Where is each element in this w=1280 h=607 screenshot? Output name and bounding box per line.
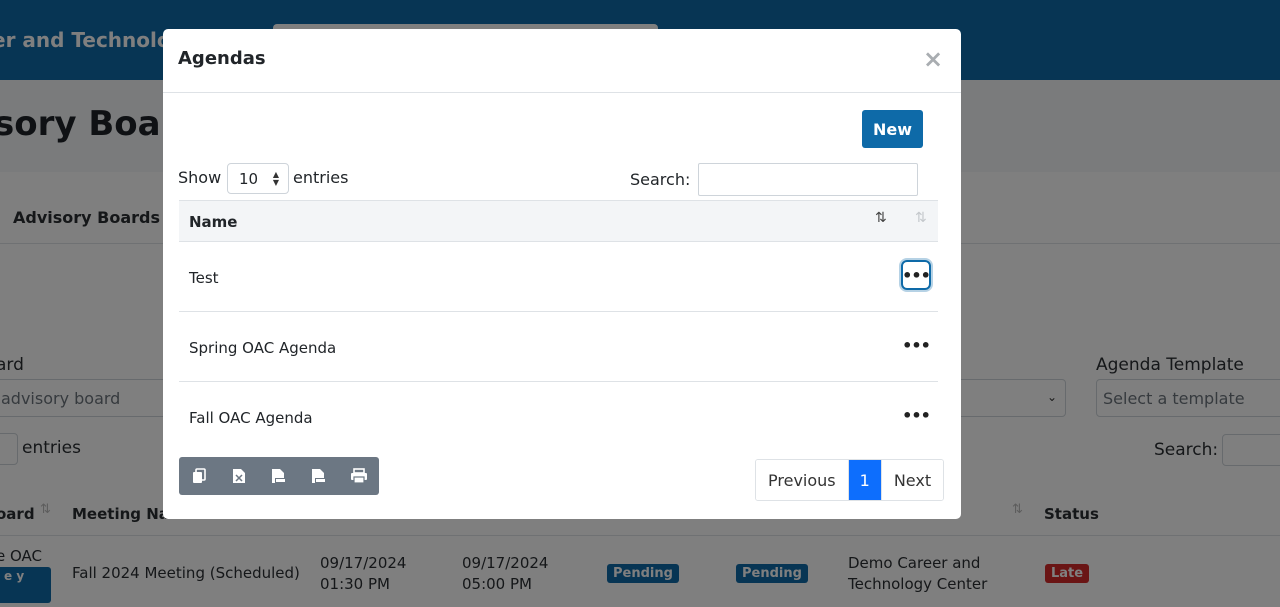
agendas-modal: Agendas × New Show 10 ▲ ▼ entries Search:… — [163, 29, 961, 519]
select-caret-icon: ▲ ▼ — [272, 170, 279, 187]
more-options-icon: ••• — [902, 335, 931, 355]
copy-button[interactable] — [179, 457, 219, 495]
search-label: Search: — [630, 170, 691, 189]
close-icon[interactable]: × — [923, 47, 943, 71]
export-button-group — [179, 457, 379, 495]
table-row: Fall OAC Agenda ••• — [179, 382, 938, 452]
agenda-name: Test — [189, 269, 219, 287]
print-button[interactable] — [339, 457, 379, 495]
more-options-icon: ••• — [902, 405, 931, 425]
pagination: Previous 1 Next — [755, 459, 945, 501]
row-actions-button[interactable]: ••• — [901, 400, 931, 430]
modal-title: Agendas — [178, 48, 266, 69]
new-agenda-button[interactable]: New — [862, 110, 923, 148]
sort-icon[interactable]: ⇅ — [915, 210, 927, 226]
next-page-button[interactable]: Next — [880, 460, 944, 500]
agenda-name: Spring OAC Agenda — [189, 339, 337, 357]
row-actions-button[interactable]: ••• — [901, 260, 931, 290]
csv-icon — [272, 469, 286, 483]
current-page-button[interactable]: 1 — [848, 460, 881, 500]
entries-value: 10 — [239, 170, 259, 188]
agenda-name: Fall OAC Agenda — [189, 409, 313, 427]
csv-button[interactable] — [259, 457, 299, 495]
table-row: Test ••• — [179, 242, 938, 312]
entries-label: entries — [293, 168, 349, 187]
excel-icon — [233, 469, 245, 483]
entries-per-page-select[interactable]: 10 ▲ ▼ — [227, 163, 289, 194]
row-actions-button[interactable]: ••• — [901, 330, 931, 360]
more-options-icon: ••• — [902, 265, 931, 285]
pdf-button[interactable] — [299, 457, 339, 495]
show-label: Show — [178, 168, 222, 187]
search-input[interactable] — [698, 163, 918, 196]
excel-button[interactable] — [219, 457, 259, 495]
print-icon — [351, 468, 367, 484]
column-header-name[interactable]: Name — [189, 213, 237, 231]
modal-header: Agendas × — [163, 29, 961, 93]
table-header: Name ⇅ ⇅ — [179, 200, 938, 242]
copy-icon — [193, 468, 206, 483]
previous-page-button[interactable]: Previous — [756, 460, 849, 500]
sort-icon[interactable]: ⇅ — [875, 210, 887, 226]
table-row: Spring OAC Agenda ••• — [179, 312, 938, 382]
pdf-icon — [312, 469, 326, 483]
